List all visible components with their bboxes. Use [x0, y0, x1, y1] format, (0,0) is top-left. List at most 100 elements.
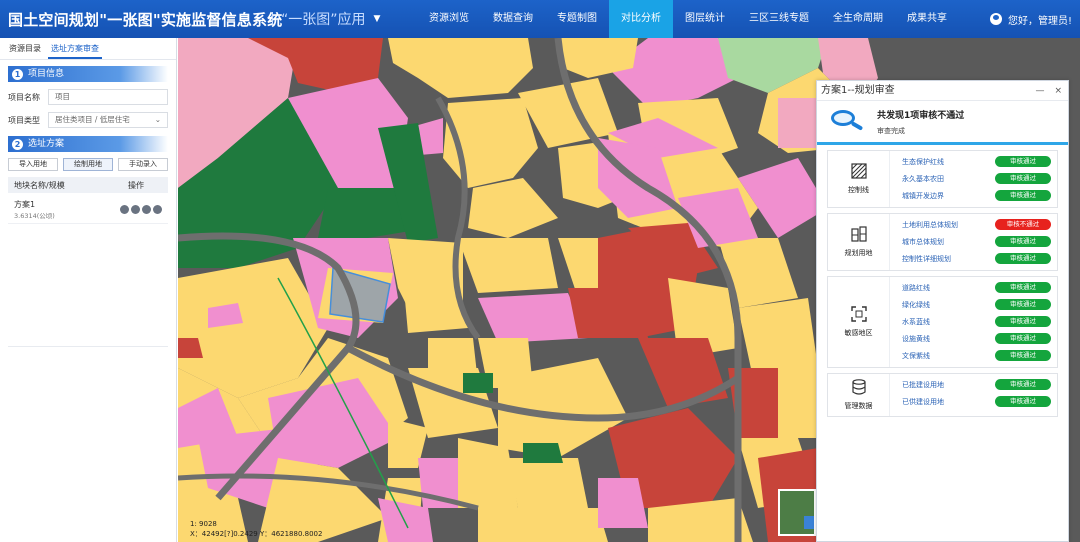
group-name: 控制线 [848, 186, 869, 194]
review-item[interactable]: 城镇开发边界 审核通过 [902, 187, 1051, 204]
project-type-row: 项目类型 居住类项目 / 低层住宅 ⌄ [8, 112, 168, 128]
tab-site-review[interactable]: 选址方案审查 [48, 38, 102, 59]
status-badge: 审核通过 [995, 190, 1051, 201]
item-label: 已供建设用地 [902, 397, 944, 406]
left-panel: 资源目录 选址方案审查 1 项目信息 项目名称 项目 项目类型 居住类项目 / … [0, 38, 177, 542]
delete-icon[interactable] [120, 205, 129, 214]
review-group-control-lines: 控制线 生态保护红线 审核通过 永久基本农田 审核通过 城镇开发边界 审核通过 [827, 150, 1058, 208]
caret-down-icon[interactable]: ▼ [374, 14, 381, 24]
review-item[interactable]: 水系蓝线 审核通过 [902, 313, 1051, 330]
status-badge: 审核通过 [995, 350, 1051, 361]
summary-status: 审查完成 [877, 126, 905, 135]
tab-resource-catalog[interactable]: 资源目录 [6, 38, 44, 59]
nav-thematic-map[interactable]: 专题制图 [545, 0, 609, 38]
draw-land-button[interactable]: 绘制用地 [63, 158, 113, 171]
review-item[interactable]: 生态保护红线 审核通过 [902, 153, 1051, 170]
basemap-tag [804, 516, 814, 529]
panel-title-bar: 方案1--规划审查 — × [817, 81, 1068, 101]
status-badge: 审核通过 [995, 156, 1051, 167]
nav-compare-analysis[interactable]: 对比分析 [609, 0, 673, 38]
manual-entry-button[interactable]: 手动录入 [118, 158, 168, 171]
minimize-icon[interactable]: — [1035, 81, 1044, 100]
review-item[interactable]: 已批建设用地 审核通过 [902, 376, 1051, 393]
review-item[interactable]: 绿化绿线 审核通过 [902, 296, 1051, 313]
project-name-label: 项目名称 [8, 92, 40, 102]
section-title: 项目信息 [28, 69, 65, 79]
status-badge: 审核通过 [995, 236, 1051, 247]
main-nav: 资源浏览 数据查询 专题制图 对比分析 图层统计 三区三线专题 全生命周期 成果… [417, 0, 959, 38]
column-name-size: 地块名称/规模 [14, 180, 65, 190]
user-avatar-icon [989, 13, 1002, 25]
buildings-icon [850, 226, 867, 242]
nav-resource-browse[interactable]: 资源浏览 [417, 0, 481, 38]
section-project-info: 1 项目信息 [8, 66, 168, 82]
item-label: 水系蓝线 [902, 317, 930, 326]
map-coordinates: 1: 9028 X：42492[?]0.2429 Y：4621880.8002 [190, 519, 322, 539]
review-item[interactable]: 已供建设用地 审核通过 [902, 393, 1051, 410]
divider [8, 346, 168, 347]
section-number: 2 [12, 138, 23, 150]
summary-title: 共发现1项审核不通过 [877, 110, 965, 121]
status-badge: 审核通过 [995, 333, 1051, 344]
review-item[interactable]: 城市总体规划 审核通过 [902, 233, 1051, 250]
review-item[interactable]: 道路红线 审核通过 [902, 279, 1051, 296]
nav-life-cycle[interactable]: 全生命周期 [821, 0, 895, 38]
item-label: 生态保护红线 [902, 157, 944, 166]
site-plan-actions: 导入用地 绘制用地 手动录入 [8, 158, 168, 171]
item-label: 道路红线 [902, 283, 930, 292]
title-divider [272, 12, 273, 26]
nav-three-zones[interactable]: 三区三线专题 [737, 0, 821, 38]
database-icon [851, 379, 866, 395]
project-type-select[interactable]: 居住类项目 / 低层住宅 ⌄ [48, 112, 168, 128]
user-menu[interactable]: 您好，管理员! [989, 0, 1072, 38]
user-greeting: 您好，管理员! [1007, 15, 1072, 27]
status-badge: 审核通过 [995, 379, 1051, 390]
project-name-row: 项目名称 项目 [8, 89, 168, 105]
review-item[interactable]: 土地利用总体规划 审核不通过 [902, 216, 1051, 233]
import-land-button[interactable]: 导入用地 [8, 158, 58, 171]
column-actions: 操作 [128, 180, 144, 190]
group-name: 规划用地 [844, 249, 873, 257]
item-label: 控制性详细规划 [902, 254, 951, 263]
section-site-plan: 2 选址方案 [8, 136, 168, 152]
basemap-switcher[interactable] [778, 489, 816, 536]
status-badge: 审核不通过 [995, 219, 1051, 230]
nav-result-share[interactable]: 成果共享 [895, 0, 959, 38]
review-item[interactable]: 设施黄线 审核通过 [902, 330, 1051, 347]
item-label: 已批建设用地 [902, 380, 944, 389]
review-summary: 共发现1项审核不通过 审查完成 [817, 101, 1068, 145]
review-group-management-data: 管理数据 已批建设用地 审核通过 已供建设用地 审核通过 [827, 373, 1058, 417]
nav-data-query[interactable]: 数据查询 [481, 0, 545, 38]
map-scale: 1: 9028 [190, 520, 217, 528]
project-name-input[interactable]: 项目 [48, 89, 168, 105]
edit-icon[interactable] [142, 205, 151, 214]
item-label: 文保紫线 [902, 351, 930, 360]
review-item[interactable]: 控制性详细规划 审核通过 [902, 250, 1051, 267]
group-name: 管理数据 [844, 402, 873, 410]
plan-size: 3.6314(公顷) [14, 212, 55, 220]
status-badge: 审核通过 [995, 253, 1051, 264]
review-icon[interactable] [153, 205, 162, 214]
locate-icon[interactable] [131, 205, 140, 214]
top-bar: 国土空间规划"一张图"实施监督信息系统 “一张图”应用 ▼ 资源浏览 数据查询 … [0, 0, 1080, 38]
item-label: 城市总体规划 [902, 237, 944, 246]
row-actions [120, 205, 162, 214]
item-label: 设施黄线 [902, 334, 930, 343]
panel-title: 方案1--规划审查 [821, 85, 895, 96]
left-tabs: 资源目录 选址方案审查 [0, 38, 176, 60]
section-title: 选址方案 [28, 139, 65, 149]
nav-layer-stats[interactable]: 图层统计 [673, 0, 737, 38]
status-badge: 审核通过 [995, 299, 1051, 310]
magnifier-icon [831, 109, 864, 134]
list-item[interactable]: 方案1 3.6314(公顷) [8, 196, 168, 224]
section-number: 1 [12, 68, 23, 80]
review-item[interactable]: 永久基本农田 审核通过 [902, 170, 1051, 187]
app-switcher-label[interactable]: “一张图”应用 [281, 9, 366, 29]
hatch-square-icon [850, 163, 867, 179]
status-badge: 审核通过 [995, 282, 1051, 293]
item-label: 绿化绿线 [902, 300, 930, 309]
plan-name: 方案1 [14, 200, 36, 209]
close-icon[interactable]: × [1054, 81, 1062, 100]
frame-icon [850, 306, 867, 322]
review-item[interactable]: 文保紫线 审核通过 [902, 347, 1051, 364]
